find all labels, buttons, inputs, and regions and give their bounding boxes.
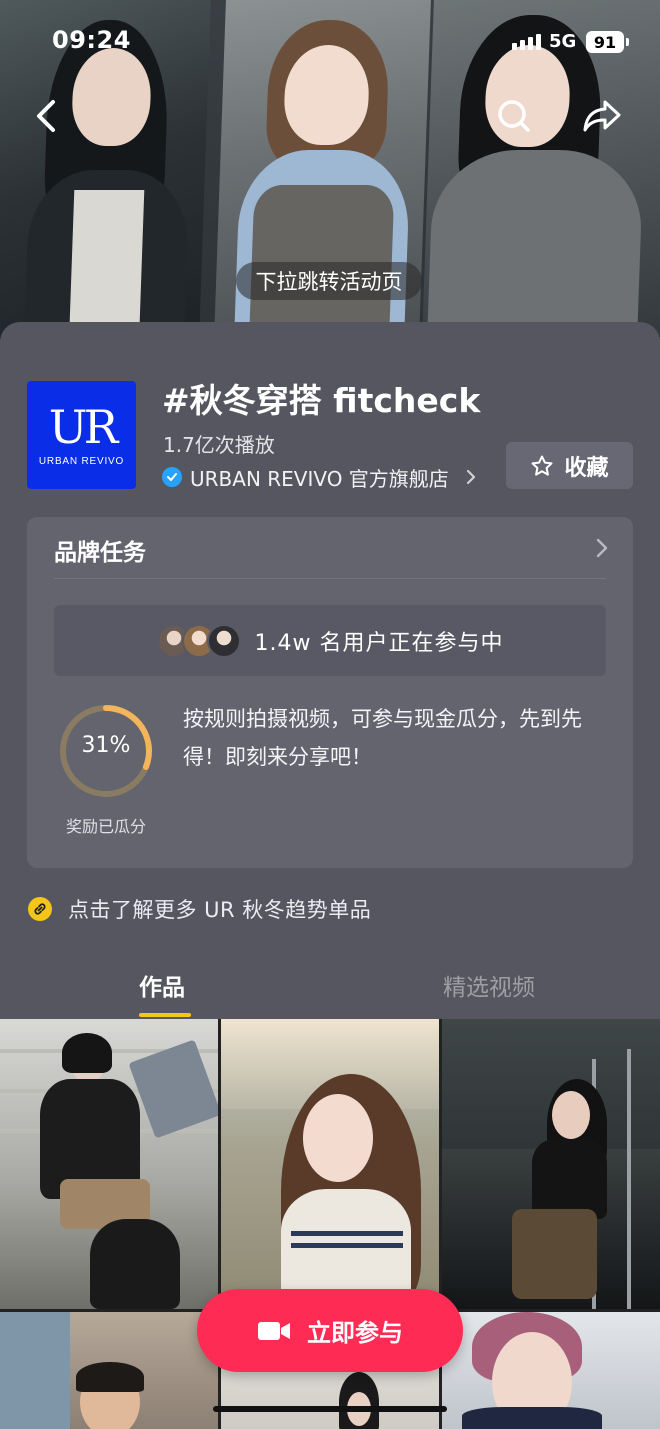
- link-icon: [28, 897, 52, 921]
- battery-icon: 91: [586, 31, 629, 53]
- tab-featured-videos[interactable]: 精选视频: [443, 968, 535, 1002]
- tab-works[interactable]: 作品: [139, 968, 185, 1002]
- battery-level: 91: [593, 32, 617, 52]
- tab-indicator: [139, 1013, 191, 1017]
- reward-progress: 31% 奖励已瓜分: [54, 703, 154, 836]
- video-thumbnail[interactable]: [442, 1312, 660, 1429]
- logo-mark: UR: [48, 399, 118, 454]
- search-icon: [498, 100, 530, 132]
- brand-task-title: 品牌任务: [54, 540, 146, 566]
- topic-title: #秋冬穿搭 fitcheck: [162, 381, 481, 420]
- learn-more-text: 点击了解更多 UR 秋冬趋势单品: [68, 898, 372, 922]
- back-button[interactable]: [22, 92, 70, 140]
- logo-name: URBAN REVIVO: [38, 455, 125, 467]
- status-bar: 09:24 5G 91: [0, 22, 660, 62]
- pull-hint: 下拉跳转活动页: [236, 262, 422, 300]
- divider: [54, 578, 606, 579]
- status-time: 09:24: [52, 26, 131, 54]
- share-button[interactable]: [578, 92, 626, 140]
- video-camera-icon: [258, 1321, 290, 1340]
- share-icon: [583, 100, 621, 132]
- topic-play-count: 1.7亿次播放: [163, 433, 275, 457]
- join-now-label: 立即参与: [307, 1319, 403, 1347]
- search-button[interactable]: [490, 92, 538, 140]
- video-thumbnail[interactable]: [0, 1312, 218, 1429]
- home-indicator[interactable]: [213, 1406, 447, 1412]
- progress-caption: 奖励已瓜分: [65, 817, 146, 836]
- top-nav: [0, 92, 660, 142]
- back-icon: [37, 100, 55, 132]
- network-type: 5G: [549, 31, 577, 52]
- favorite-button[interactable]: 收藏: [506, 442, 633, 489]
- learn-more-link[interactable]: 点击了解更多 UR 秋冬趋势单品: [28, 894, 371, 924]
- content-tabs: 作品 精选视频: [0, 962, 660, 1018]
- avatar: [206, 623, 241, 658]
- signal-icon: [512, 34, 541, 50]
- brand-task-card: 品牌任务 1.4w 名用户正在参与中 31% 奖励已瓜分 按规则拍摄视频，可参与…: [27, 517, 633, 868]
- chevron-right-icon: [466, 469, 476, 485]
- participants-banner[interactable]: 1.4w 名用户正在参与中: [54, 605, 606, 676]
- join-now-button[interactable]: 立即参与: [197, 1289, 463, 1372]
- header-banner[interactable]: 09:24 5G 91 下拉跳转活动页: [0, 0, 660, 340]
- video-thumbnail[interactable]: [0, 1019, 218, 1309]
- participant-avatars: [156, 623, 241, 658]
- verified-icon: [162, 467, 182, 487]
- chevron-right-icon: [596, 538, 608, 558]
- star-icon: [531, 455, 553, 476]
- video-thumbnail[interactable]: [442, 1019, 660, 1309]
- participants-count: 1.4w 名用户正在参与中: [254, 630, 504, 656]
- progress-percent: 31%: [81, 733, 131, 758]
- task-description: 按规则拍摄视频，可参与现金瓜分，先到先得！即刻来分享吧！: [183, 707, 582, 769]
- brand-task-header[interactable]: 品牌任务: [27, 517, 633, 579]
- favorite-label: 收藏: [564, 455, 609, 481]
- brand-link[interactable]: URBAN REVIVO 官方旗舰店: [162, 462, 476, 492]
- video-thumbnail[interactable]: [221, 1019, 439, 1309]
- brand-name: URBAN REVIVO 官方旗舰店: [190, 466, 449, 491]
- brand-logo[interactable]: UR URBAN REVIVO: [27, 381, 136, 489]
